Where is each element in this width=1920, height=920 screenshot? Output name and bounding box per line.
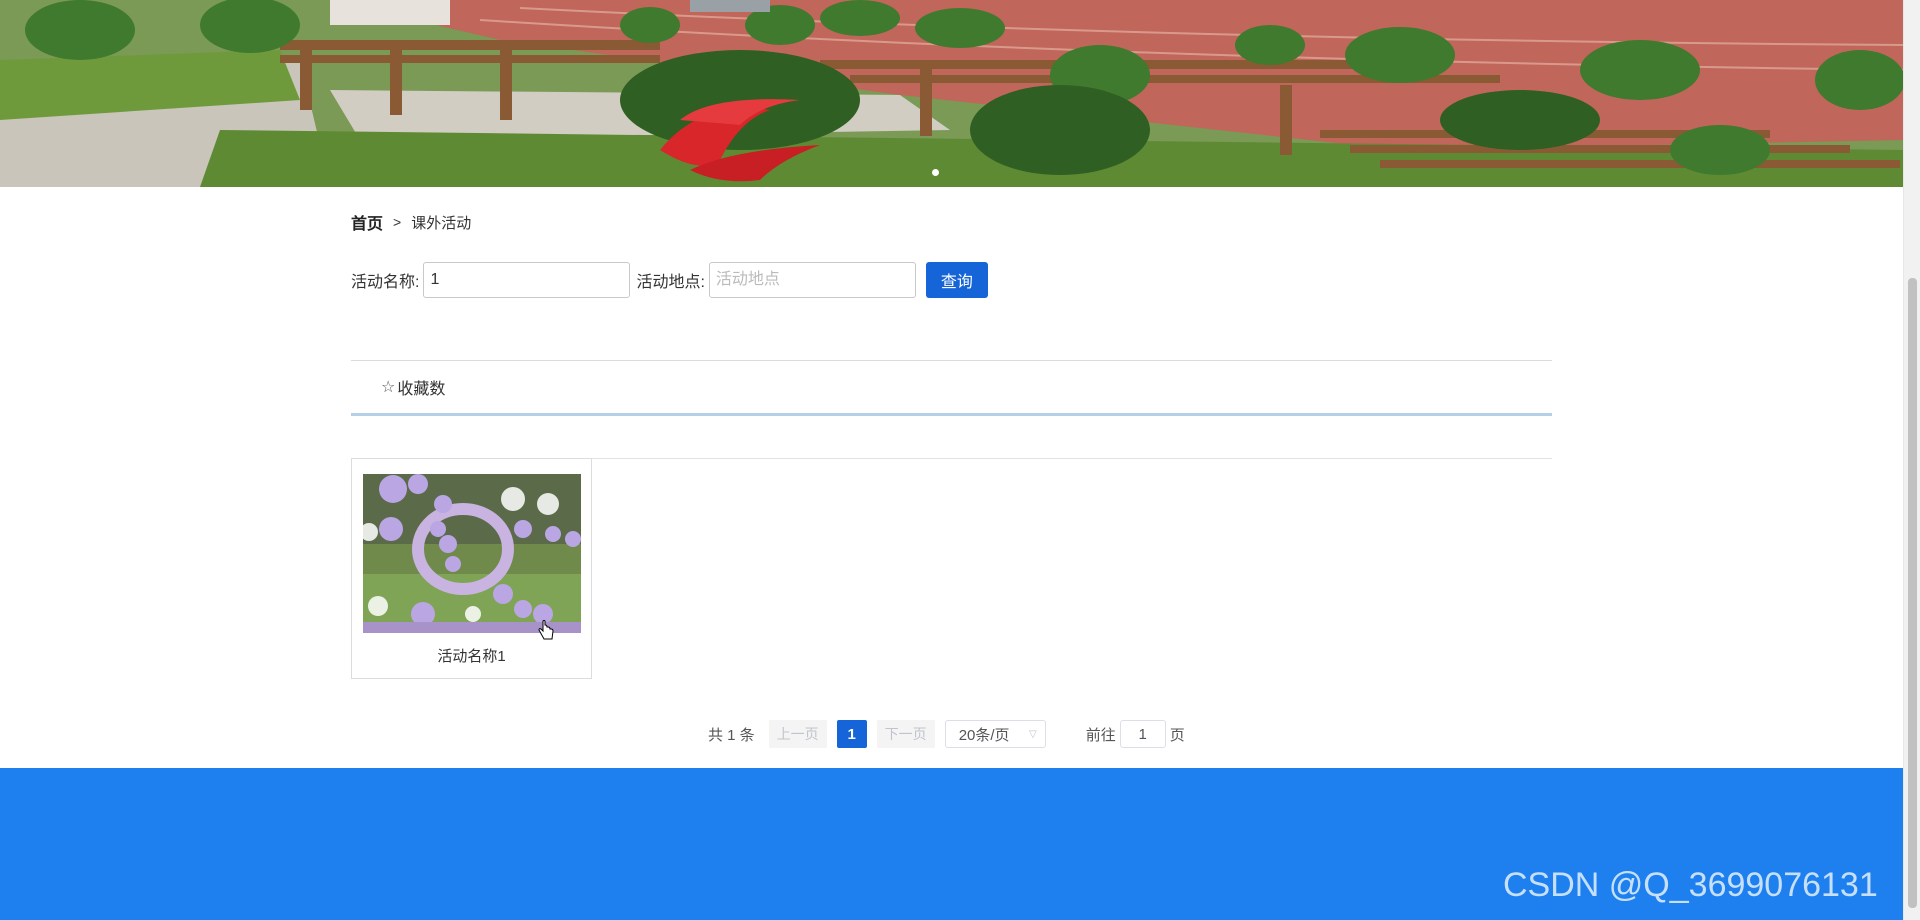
search-form: 活动名称: 活动地点: 查询 — [351, 262, 988, 298]
activity-title[interactable]: 活动名称1 — [352, 645, 591, 666]
chevron-down-icon: ▽ — [1028, 728, 1037, 740]
activity-location-label: 活动地点: — [636, 274, 705, 291]
goto-page-input[interactable] — [1119, 720, 1166, 748]
breadcrumb: 首页 > 课外活动 — [351, 210, 471, 234]
goto-suffix: 页 — [1169, 726, 1185, 744]
prev-page-button[interactable]: 上一页 — [768, 720, 827, 748]
pagination: 共 1 条 上一页 1 下一页 20条/页 ▽ 前往 页 — [708, 720, 1185, 748]
breadcrumb-home[interactable]: 首页 — [351, 210, 383, 234]
activity-card[interactable]: 活动名称1 — [351, 458, 592, 679]
sort-bar: ☆ 收藏数 — [351, 360, 1552, 416]
activity-name-input[interactable] — [423, 262, 631, 298]
page-size-select[interactable]: 20条/页 ▽ — [944, 720, 1046, 748]
star-outline-icon: ☆ — [381, 379, 396, 396]
page-number-current[interactable]: 1 — [836, 720, 867, 748]
pagination-total: 共 1 条 — [708, 726, 755, 744]
banner-image — [0, 0, 1903, 187]
goto-prefix: 前往 — [1085, 726, 1116, 744]
sort-label: 收藏数 — [397, 381, 446, 398]
activity-location-input[interactable] — [708, 262, 916, 298]
breadcrumb-separator: > — [393, 214, 402, 230]
search-button[interactable]: 查询 — [925, 262, 988, 298]
page-scrollbar[interactable] — [1903, 0, 1920, 920]
sort-by-favorites[interactable]: ☆ 收藏数 — [381, 375, 445, 399]
next-page-button[interactable]: 下一页 — [876, 720, 935, 748]
carousel-dot[interactable] — [932, 169, 939, 176]
activity-image[interactable] — [363, 474, 581, 633]
hero-banner — [0, 0, 1903, 187]
breadcrumb-current: 课外活动 — [411, 214, 472, 232]
hand-cursor-icon — [538, 620, 554, 640]
activity-name-label: 活动名称: — [351, 274, 420, 291]
page-size-value: 20条/页 — [958, 726, 1010, 744]
watermark: CSDN @Q_3699076131 — [1503, 866, 1878, 904]
scrollbar-thumb[interactable] — [1908, 278, 1917, 908]
